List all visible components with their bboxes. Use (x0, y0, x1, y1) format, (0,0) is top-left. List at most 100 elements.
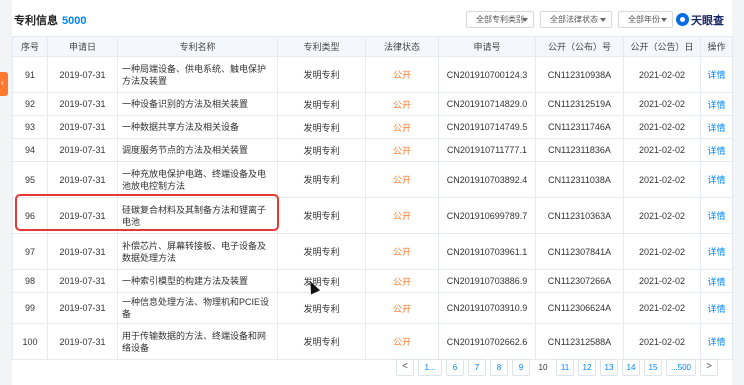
cell-date: 2019-07-31 (47, 115, 118, 139)
filter-legal-status[interactable]: 全部法律状态 (540, 11, 612, 28)
cell-status: 公开 (365, 56, 439, 93)
cell-app-no: CN201910702662.6 (438, 323, 536, 360)
cell-date: 2019-07-31 (47, 269, 118, 293)
page-12[interactable]: 12 (578, 359, 596, 376)
cell-date: 2019-07-31 (47, 197, 118, 234)
cell-pub-date: 2021-02-02 (623, 292, 701, 324)
cell-app-no: CN201910699789.7 (438, 197, 536, 234)
cell-pub-no: CN112312519A (535, 92, 624, 116)
cell-pub-no: CN112306624A (535, 292, 624, 324)
cell-status: 公开 (365, 233, 439, 270)
cell-status: 公开 (365, 292, 439, 324)
page-15[interactable]: 15 (644, 359, 662, 376)
cell-name: 一种局端设备、供电系统、触电保护方法及装置 (117, 56, 278, 93)
cell-pub-no: CN112311746A (535, 115, 624, 139)
cell-type: 发明专利 (277, 233, 366, 270)
col-header-type: 专利类型 (277, 36, 366, 57)
cell-status: 公开 (365, 161, 439, 198)
col-header-pub-no: 公开（公布）号 (535, 36, 624, 57)
cell-app-no: CN201910711777.1 (438, 138, 536, 162)
cell-date: 2019-07-31 (47, 56, 118, 93)
cell-type: 发明专利 (277, 269, 366, 293)
next-page-button[interactable]: > (700, 359, 718, 376)
page-7[interactable]: 7 (468, 359, 486, 376)
table-row: 93 2019-07-31 一种数据共享方法及相关设备 发明专利 公开 CN20… (12, 115, 733, 139)
page-9[interactable]: 9 (512, 359, 530, 376)
left-margin (0, 0, 12, 385)
cell-status: 公开 (365, 115, 439, 139)
cell-no: 97 (12, 233, 48, 270)
cell-type: 发明专利 (277, 56, 366, 93)
cell-type: 发明专利 (277, 161, 366, 198)
details-link[interactable]: 详情 (700, 138, 733, 162)
cell-no: 96 (12, 197, 48, 234)
cell-name: 用于传输数据的方法、终端设备和网络设备 (117, 323, 278, 360)
details-link[interactable]: 详情 (700, 197, 733, 234)
cell-type: 发明专利 (277, 115, 366, 139)
side-tab-icon: ‹ (1, 78, 4, 87)
cell-pub-no: CN112307841A (535, 233, 624, 270)
side-feedback-tab[interactable]: ‹ (0, 72, 8, 96)
details-link[interactable]: 详情 (700, 323, 733, 360)
cell-no: 93 (12, 115, 48, 139)
cell-type: 发明专利 (277, 323, 366, 360)
cell-no: 99 (12, 292, 48, 324)
cell-name: 一种索引模型的构建方法及装置 (117, 269, 278, 293)
cell-date: 2019-07-31 (47, 92, 118, 116)
cell-pub-no: CN112310938A (535, 56, 624, 93)
details-link[interactable]: 详情 (700, 92, 733, 116)
table-row: 91 2019-07-31 一种局端设备、供电系统、触电保护方法及装置 发明专利… (12, 56, 733, 93)
cell-no: 94 (12, 138, 48, 162)
table-row: 98 2019-07-31 一种索引模型的构建方法及装置 发明专利 公开 CN2… (12, 269, 733, 293)
page-8[interactable]: 8 (490, 359, 508, 376)
details-link[interactable]: 详情 (700, 56, 733, 93)
patent-panel: 专利信息 5000 全部专利类别 全部法律状态 全部年份 天眼查 序号 申请日 专… (12, 0, 733, 385)
table-row: 92 2019-07-31 一种设备识别的方法及相关装置 发明专利 公开 CN2… (12, 92, 733, 116)
tianyancha-logo: 天眼查 (676, 11, 724, 28)
page-first[interactable]: 1... (418, 359, 442, 376)
cell-no: 95 (12, 161, 48, 198)
page-10-current: 10 (538, 363, 548, 372)
page-6[interactable]: 6 (446, 359, 464, 376)
filter-patent-category[interactable]: 全部专利类别 (466, 11, 534, 28)
table-header-row: 序号 申请日 专利名称 专利类型 法律状态 申请号 公开（公布）号 公开（公告）… (12, 36, 733, 57)
cell-pub-date: 2021-02-02 (623, 56, 701, 93)
cell-app-no: CN201910714749.5 (438, 115, 536, 139)
details-link[interactable]: 详情 (700, 161, 733, 198)
cell-date: 2019-07-31 (47, 161, 118, 198)
prev-page-button[interactable]: < (396, 359, 414, 376)
cell-type: 发明专利 (277, 292, 366, 324)
details-link[interactable]: 详情 (700, 115, 733, 139)
details-link[interactable]: 详情 (700, 269, 733, 293)
cell-pub-no: CN112307266A (535, 269, 624, 293)
title-count: 5000 (62, 15, 87, 27)
logo-icon (676, 13, 689, 26)
table-row: 99 2019-07-31 一种信息处理方法、物理机和PCIE设备 发明专利 公… (12, 292, 733, 324)
table-row: 94 2019-07-31 调度服务节点的方法及相关装置 发明专利 公开 CN2… (12, 138, 733, 162)
cell-date: 2019-07-31 (47, 323, 118, 360)
cell-status: 公开 (365, 197, 439, 234)
col-header-no: 序号 (12, 36, 48, 57)
cell-no: 100 (12, 323, 48, 360)
page-last[interactable]: ...500 (666, 359, 696, 376)
details-link[interactable]: 详情 (700, 233, 733, 270)
details-link[interactable]: 详情 (700, 292, 733, 324)
cell-app-no: CN201910703961.1 (438, 233, 536, 270)
page-11[interactable]: 11 (556, 359, 574, 376)
cell-type: 发明专利 (277, 92, 366, 116)
title-text: 专利信息 (14, 15, 58, 27)
page-14[interactable]: 14 (622, 359, 640, 376)
cell-app-no: CN201910703886.9 (438, 269, 536, 293)
cell-name: 一种数据共享方法及相关设备 (117, 115, 278, 139)
filter-year[interactable]: 全部年份 (618, 11, 673, 28)
cell-name: 调度服务节点的方法及相关装置 (117, 138, 278, 162)
cell-pub-date: 2021-02-02 (623, 115, 701, 139)
col-header-name: 专利名称 (117, 36, 278, 57)
cell-name: 硅碳复合材料及其制备方法和锂离子电池 (117, 197, 278, 234)
cell-date: 2019-07-31 (47, 233, 118, 270)
cell-status: 公开 (365, 269, 439, 293)
page-13[interactable]: 13 (600, 359, 618, 376)
cell-app-no: CN201910700124.3 (438, 56, 536, 93)
col-header-action: 操作 (700, 36, 733, 57)
cell-name: 一种设备识别的方法及相关装置 (117, 92, 278, 116)
